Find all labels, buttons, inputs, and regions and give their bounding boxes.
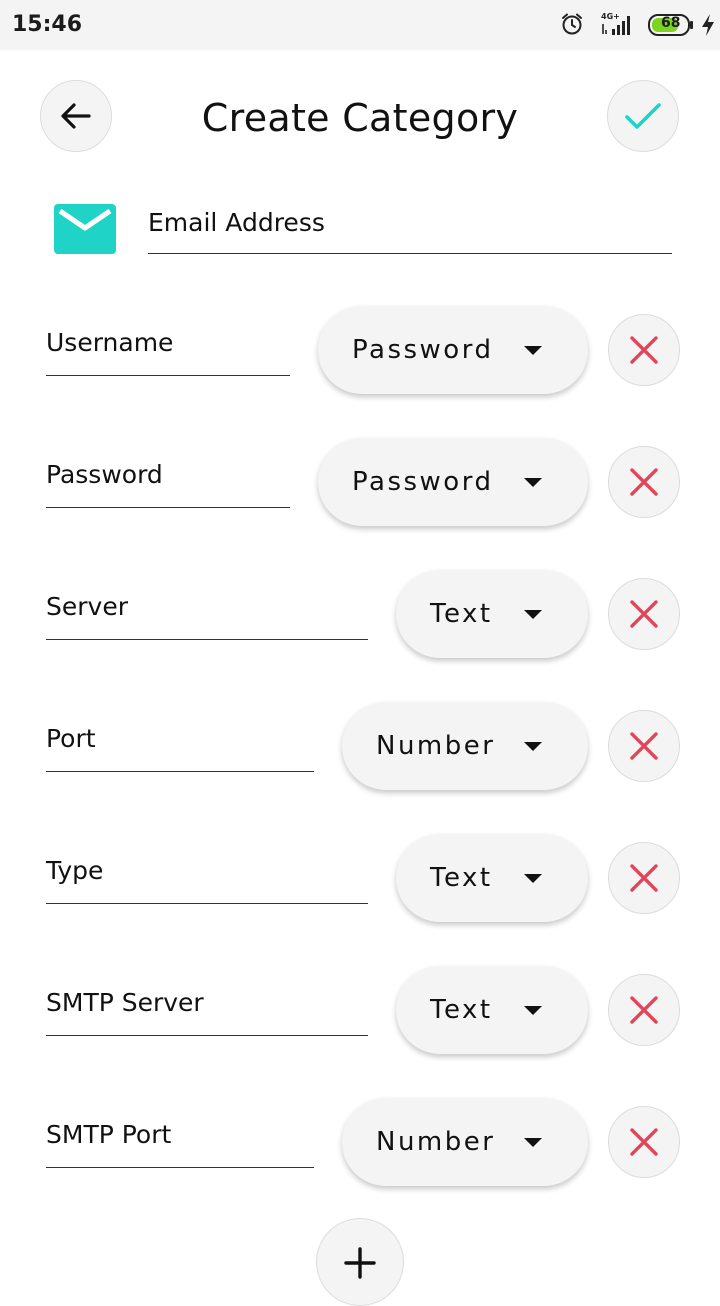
chevron-down-icon: [524, 1006, 542, 1015]
alarm-icon: [562, 13, 582, 35]
field-type-dropdown[interactable]: Text: [396, 834, 588, 922]
charging-icon: [702, 14, 714, 36]
field-name-input[interactable]: Port: [46, 724, 314, 772]
field-row: SMTP Port Number: [0, 1098, 720, 1198]
delete-field-button[interactable]: [608, 314, 680, 386]
field-row: Port Number: [0, 702, 720, 802]
field-type-label: Number: [376, 731, 496, 761]
field-name-input[interactable]: Username: [46, 328, 290, 376]
field-type-label: Number: [376, 1127, 496, 1157]
close-icon: [630, 864, 658, 892]
mail-icon[interactable]: [54, 204, 116, 254]
field-type-dropdown[interactable]: Number: [342, 702, 588, 790]
close-icon: [630, 336, 658, 364]
field-type-label: Text: [430, 599, 493, 629]
field-row: Password Password: [0, 438, 720, 538]
add-field-button[interactable]: [316, 1218, 404, 1306]
field-type-label: Password: [352, 467, 494, 497]
field-type-dropdown[interactable]: Password: [318, 438, 588, 526]
field-type-label: Text: [430, 863, 493, 893]
field-type-label: Text: [430, 995, 493, 1025]
chevron-down-icon: [524, 346, 542, 355]
delete-field-button[interactable]: [608, 842, 680, 914]
delete-field-button[interactable]: [608, 1106, 680, 1178]
field-type-dropdown[interactable]: Number: [342, 1098, 588, 1186]
plus-icon: [344, 1247, 376, 1279]
field-row: Server Text: [0, 570, 720, 670]
delete-field-button[interactable]: [608, 578, 680, 650]
battery-level: 68: [661, 15, 681, 31]
field-type-dropdown[interactable]: Password: [318, 306, 588, 394]
field-name-input[interactable]: Type: [46, 856, 368, 904]
field-type-label: Password: [352, 335, 494, 365]
field-type-dropdown[interactable]: Text: [396, 570, 588, 658]
close-icon: [630, 1128, 658, 1156]
checkmark-icon: [625, 103, 661, 129]
status-bar: 15:46 4G+ 68: [0, 0, 720, 50]
chevron-down-icon: [524, 1138, 542, 1147]
field-row: Username Password: [0, 306, 720, 406]
chevron-down-icon: [524, 874, 542, 883]
close-icon: [630, 468, 658, 496]
close-icon: [630, 732, 658, 760]
status-time: 15:46: [12, 12, 83, 37]
field-row: Type Text: [0, 834, 720, 934]
field-name-input[interactable]: SMTP Server: [46, 988, 368, 1036]
category-name-input[interactable]: Email Address: [148, 204, 672, 254]
delete-field-button[interactable]: [608, 446, 680, 518]
chevron-down-icon: [524, 742, 542, 751]
field-name-input[interactable]: SMTP Port: [46, 1120, 314, 1168]
delete-field-button[interactable]: [608, 974, 680, 1046]
delete-field-button[interactable]: [608, 710, 680, 782]
close-icon: [630, 600, 658, 628]
field-type-dropdown[interactable]: Text: [396, 966, 588, 1054]
chevron-down-icon: [524, 610, 542, 619]
close-icon: [630, 996, 658, 1024]
field-row: SMTP Server Text: [0, 966, 720, 1066]
field-name-input[interactable]: Server: [46, 592, 368, 640]
signal-icon: 4G+: [601, 12, 630, 35]
confirm-button[interactable]: [607, 80, 679, 152]
chevron-down-icon: [524, 478, 542, 487]
network-label: 4G+: [601, 12, 620, 21]
battery-icon: 68: [648, 14, 694, 36]
field-name-input[interactable]: Password: [46, 460, 290, 508]
